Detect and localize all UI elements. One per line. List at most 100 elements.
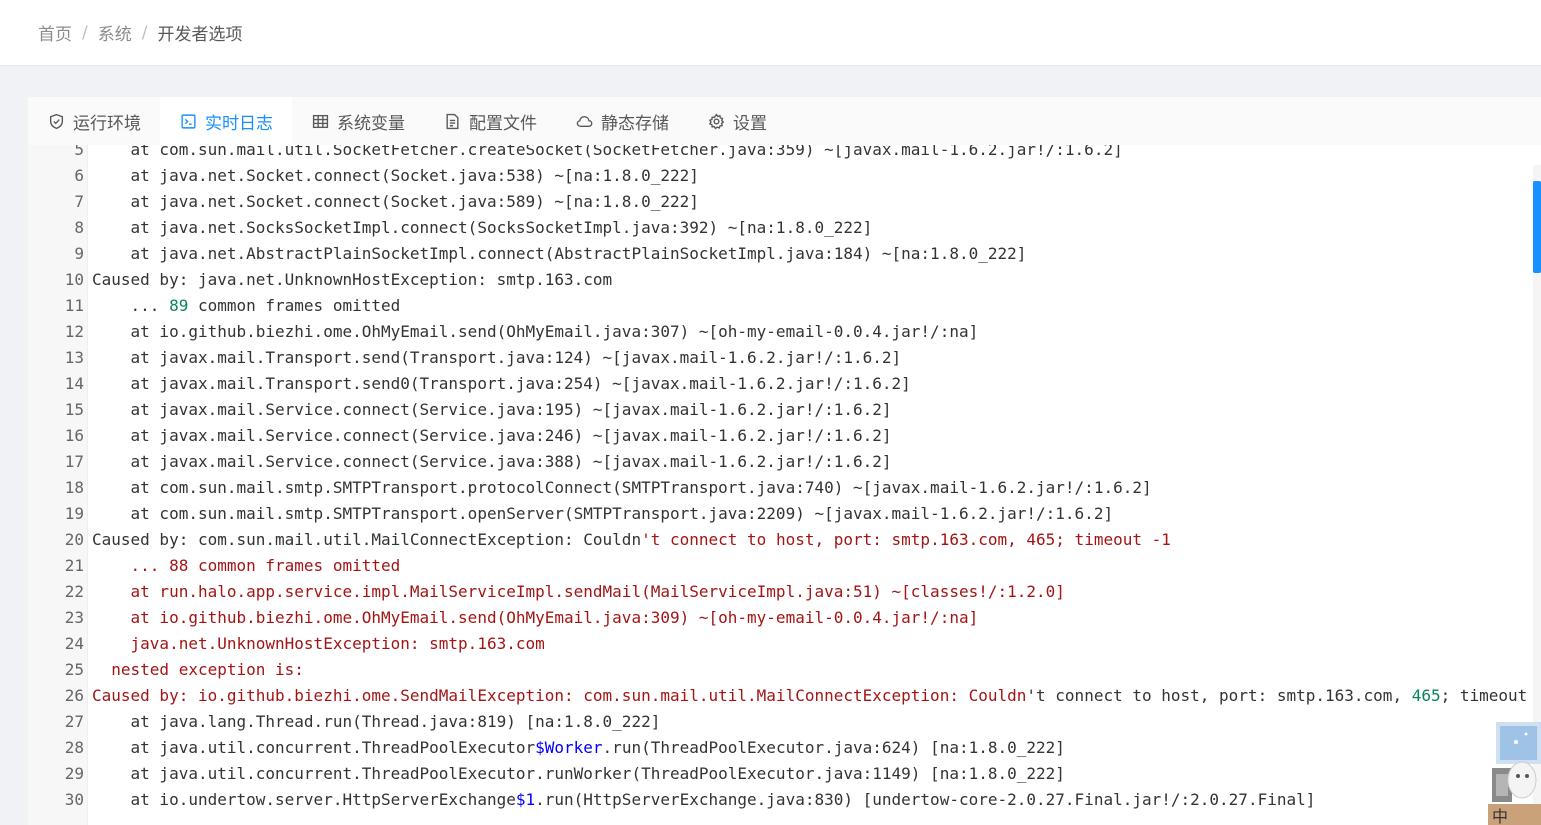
log-line: 15 at javax.mail.Service.connect(Service… (28, 397, 1533, 423)
line-number: 12 (64, 322, 84, 341)
line-number: 26 (64, 686, 84, 705)
log-line: 6 at java.net.Socket.connect(Socket.java… (28, 163, 1533, 189)
line-number: 5 (74, 145, 84, 159)
log-segment: at com.sun.mail.smtp.SMTPTransport.openS… (92, 504, 1114, 523)
log-line: 25 nested exception is: (28, 657, 1533, 683)
log-text: at javax.mail.Service.connect(Service.ja… (92, 449, 892, 475)
log-text: at com.sun.mail.smtp.SMTPTransport.openS… (92, 501, 1114, 527)
tab-bar: 运行环境 实时日志 系统变量 配置文件 静态存储 设置 (28, 97, 1541, 145)
log-line: 10 Caused by: java.net.UnknownHostExcepti… (28, 267, 1533, 293)
log-text: at java.net.SocksSocketImpl.connect(Sock… (92, 215, 873, 241)
file-icon (446, 113, 459, 129)
log-line: 21 ... 88 common frames omitted (28, 553, 1533, 579)
log-text: at java.net.Socket.connect(Socket.java:5… (92, 189, 699, 215)
tab-label: 设置 (733, 113, 767, 134)
log-segment: at io.undertow.server.HttpServerExchange (92, 790, 516, 809)
scrollbar-thumb[interactable] (1533, 181, 1541, 273)
log-segment: at javax.mail.Transport.send0(Transport.… (92, 374, 911, 393)
log-segment: at io.github.biezhi.ome.OhMyEmail.send(O… (92, 322, 979, 341)
log-line: 16 at javax.mail.Service.connect(Service… (28, 423, 1533, 449)
line-number: 24 (64, 634, 84, 653)
log-line: 5 at com.sun.mail.util.SocketFetcher.cre… (28, 145, 1533, 163)
log-text: Caused by: java.net.UnknownHostException… (92, 267, 612, 293)
log-segment: nested exception is: (92, 660, 304, 679)
line-number: 18 (64, 478, 84, 497)
breadcrumb-home[interactable]: 首页 (38, 20, 72, 45)
log-segment: at java.lang.Thread.run(Thread.java:819)… (92, 712, 661, 731)
log-line: 9 at java.net.AbstractPlainSocketImpl.co… (28, 241, 1533, 267)
log-line: 18 at com.sun.mail.smtp.SMTPTransport.pr… (28, 475, 1533, 501)
line-number: 29 (64, 764, 84, 783)
tab-static-storage[interactable]: 静态存储 (556, 97, 688, 145)
gear-icon (708, 112, 725, 129)
tab-label: 静态存储 (601, 113, 669, 134)
line-number: 13 (64, 348, 84, 367)
line-number: 15 (64, 400, 84, 419)
log-line: 23 at io.github.biezhi.ome.OhMyEmail.sen… (28, 605, 1533, 631)
log-text: at io.github.biezhi.ome.OhMyEmail.send(O… (92, 319, 979, 345)
log-segment: Caused by: com.sun.mail.util.MailConnect… (92, 530, 642, 549)
widget-label: 中 (1492, 807, 1508, 825)
log-segment: at java.util.concurrent.ThreadPoolExecut… (92, 738, 536, 757)
table-icon (312, 114, 329, 128)
log-segment: at run.halo.app.service.impl.MailService… (92, 582, 1065, 601)
log-segment: .run(ThreadPoolExecutor.java:624) [na:1.… (602, 738, 1065, 757)
line-number: 21 (64, 556, 84, 575)
tab-config-files[interactable]: 配置文件 (424, 97, 556, 145)
log-segment: at java.net.AbstractPlainSocketImpl.conn… (92, 244, 1027, 263)
log-text: Caused by: com.sun.mail.util.MailConnect… (92, 527, 1171, 553)
log-segment: java.net.UnknownHostException: smtp.163.… (92, 634, 545, 653)
log-segment: common frames omitted (188, 296, 401, 315)
log-text: at javax.mail.Service.connect(Service.ja… (92, 397, 892, 423)
log-text: at com.sun.mail.util.SocketFetcher.creat… (92, 145, 1123, 163)
tab-realtime-log[interactable]: 实时日志 (160, 97, 292, 145)
desktop-widget[interactable]: 中 (1486, 722, 1541, 825)
tab-settings[interactable]: 设置 (688, 97, 786, 145)
line-number: 20 (64, 530, 84, 549)
tab-label: 运行环境 (73, 113, 141, 134)
line-number: 30 (64, 790, 84, 809)
log-segment: at javax.mail.Service.connect(Service.ja… (92, 400, 892, 419)
line-number: 19 (64, 504, 84, 523)
log-segment: 't connect to host, port: smtp.163.com, … (641, 530, 1171, 549)
log-segment: at com.sun.mail.util.SocketFetcher.creat… (92, 145, 1123, 159)
mascot-icon: 中 (1488, 722, 1541, 825)
log-segment: Caused by: io.github.biezhi.ome.SendMail… (92, 686, 1027, 705)
log-segment: Caused by: java.net.UnknownHostException… (92, 270, 613, 289)
cloud-icon (576, 115, 593, 127)
log-segment: at javax.mail.Transport.send(Transport.j… (92, 348, 902, 367)
log-line: 14 at javax.mail.Transport.send0(Transpo… (28, 371, 1533, 397)
tab-runtime-env[interactable]: 运行环境 (28, 97, 160, 145)
tab-label: 实时日志 (205, 113, 273, 134)
tab-system-variables[interactable]: 系统变量 (292, 97, 424, 145)
log-segment: at com.sun.mail.smtp.SMTPTransport.proto… (92, 478, 1152, 497)
breadcrumb-separator: / (82, 22, 88, 43)
log-text: at javax.mail.Service.connect(Service.ja… (92, 423, 892, 449)
log-viewer[interactable]: 5 at com.sun.mail.util.SocketFetcher.cre… (28, 145, 1533, 825)
line-number: 6 (74, 166, 84, 185)
page-header: 首页 / 系统 / 开发者选项 (0, 0, 1541, 66)
line-number: 27 (64, 712, 84, 731)
log-text: at java.net.AbstractPlainSocketImpl.conn… (92, 241, 1027, 267)
log-segment: ... 88 common frames omitted (92, 556, 401, 575)
log-segment: .run(HttpServerExchange.java:830) [under… (535, 790, 1316, 809)
log-line: 17 at javax.mail.Service.connect(Service… (28, 449, 1533, 475)
log-line: 26 Caused by: io.github.biezhi.ome.SendMa… (28, 683, 1533, 709)
log-segment: at javax.mail.Service.connect(Service.ja… (92, 452, 892, 471)
log-panel: 5 at com.sun.mail.util.SocketFetcher.cre… (28, 145, 1541, 825)
line-number: 16 (64, 426, 84, 445)
log-text: ... 88 common frames omitted (92, 553, 401, 579)
log-line: 22 at run.halo.app.service.impl.MailServ… (28, 579, 1533, 605)
log-segment: at java.net.SocksSocketImpl.connect(Sock… (92, 218, 873, 237)
log-segment: at io.github.biezhi.ome.OhMyEmail.send(O… (92, 608, 979, 627)
log-line: 7 at java.net.Socket.connect(Socket.java… (28, 189, 1533, 215)
log-segment: 't connect to host, port: smtp.163.com, (1026, 686, 1412, 705)
tab-label: 配置文件 (469, 113, 537, 134)
log-text: ... 89 common frames omitted (92, 293, 401, 319)
log-text: at io.github.biezhi.ome.OhMyEmail.send(O… (92, 605, 979, 631)
log-segment: $1 (515, 790, 536, 809)
breadcrumb-system[interactable]: 系统 (98, 20, 132, 45)
log-text: at run.halo.app.service.impl.MailService… (92, 579, 1065, 605)
log-text: at java.net.Socket.connect(Socket.java:5… (92, 163, 699, 189)
log-segment: ; timeout (1440, 686, 1528, 705)
